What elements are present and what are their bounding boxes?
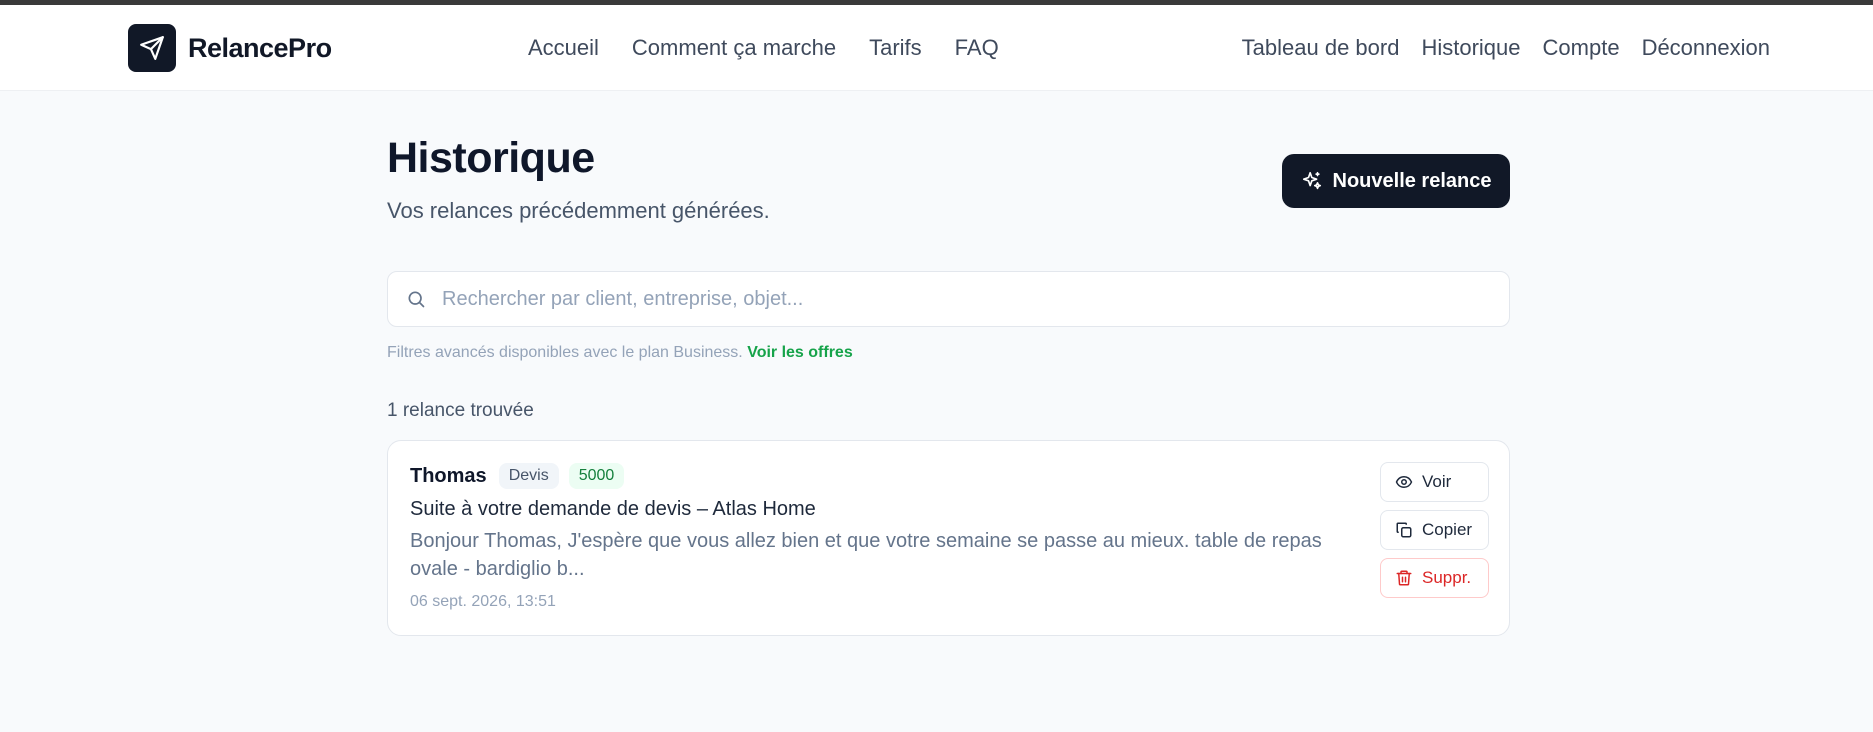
search-input[interactable] bbox=[442, 272, 1509, 326]
relance-card: Thomas Devis 5000 Suite à votre demande … bbox=[387, 440, 1510, 636]
filter-note: Filtres avancés disponibles avec le plan… bbox=[387, 344, 853, 362]
new-relance-label: Nouvelle relance bbox=[1332, 169, 1492, 192]
copy-label: Copier bbox=[1422, 520, 1473, 539]
delete-label: Suppr. bbox=[1422, 568, 1472, 587]
brand-name: RelancePro bbox=[188, 32, 332, 63]
type-badge: Devis bbox=[498, 463, 559, 489]
filter-note-text: Filtres avancés disponibles avec le plan… bbox=[387, 344, 743, 361]
card-header: Thomas Devis 5000 bbox=[410, 463, 625, 489]
relance-date: 06 sept. 2026, 13:51 bbox=[410, 593, 556, 610]
eye-icon bbox=[1395, 473, 1413, 491]
paper-plane-icon bbox=[128, 24, 176, 72]
amount-badge: 5000 bbox=[568, 463, 625, 489]
view-label: Voir bbox=[1422, 472, 1452, 491]
view-button[interactable]: Voir bbox=[1380, 462, 1489, 502]
nav-link-faq[interactable]: FAQ bbox=[955, 35, 999, 61]
page-subtitle: Vos relances précédemment générées. bbox=[387, 198, 770, 223]
see-offers-link[interactable]: Voir les offres bbox=[747, 344, 853, 361]
nav-link-deconnexion[interactable]: Déconnexion bbox=[1642, 35, 1770, 61]
search-box bbox=[387, 271, 1510, 327]
page-title: Historique bbox=[387, 134, 595, 182]
copy-button[interactable]: Copier bbox=[1380, 510, 1489, 550]
nav-link-historique[interactable]: Historique bbox=[1421, 35, 1520, 61]
copy-icon bbox=[1395, 521, 1413, 539]
nav-link-comment-ca-marche[interactable]: Comment ça marche bbox=[632, 35, 836, 61]
relance-subject: Suite à votre demande de devis – Atlas H… bbox=[410, 498, 816, 520]
nav-link-accueil[interactable]: Accueil bbox=[528, 35, 599, 61]
client-name: Thomas bbox=[410, 464, 487, 487]
sparkles-icon bbox=[1301, 170, 1323, 192]
delete-button[interactable]: Suppr. bbox=[1380, 558, 1489, 598]
relance-excerpt: Bonjour Thomas, J'espère que vous allez … bbox=[410, 530, 1322, 580]
nav-link-tarifs[interactable]: Tarifs bbox=[869, 35, 922, 61]
new-relance-button[interactable]: Nouvelle relance bbox=[1282, 154, 1510, 208]
brand[interactable]: RelancePro bbox=[128, 24, 332, 72]
user-nav: Tableau de bord Historique Compte Déconn… bbox=[1242, 35, 1770, 61]
results-count: 1 relance trouvée bbox=[387, 400, 534, 421]
nav-link-compte[interactable]: Compte bbox=[1543, 35, 1620, 61]
trash-icon bbox=[1395, 569, 1413, 587]
main-nav: Accueil Comment ça marche Tarifs FAQ bbox=[528, 35, 999, 61]
nav-link-tableau-de-bord[interactable]: Tableau de bord bbox=[1242, 35, 1400, 61]
search-icon bbox=[404, 287, 428, 311]
site-header: RelancePro Accueil Comment ça marche Tar… bbox=[0, 5, 1873, 91]
